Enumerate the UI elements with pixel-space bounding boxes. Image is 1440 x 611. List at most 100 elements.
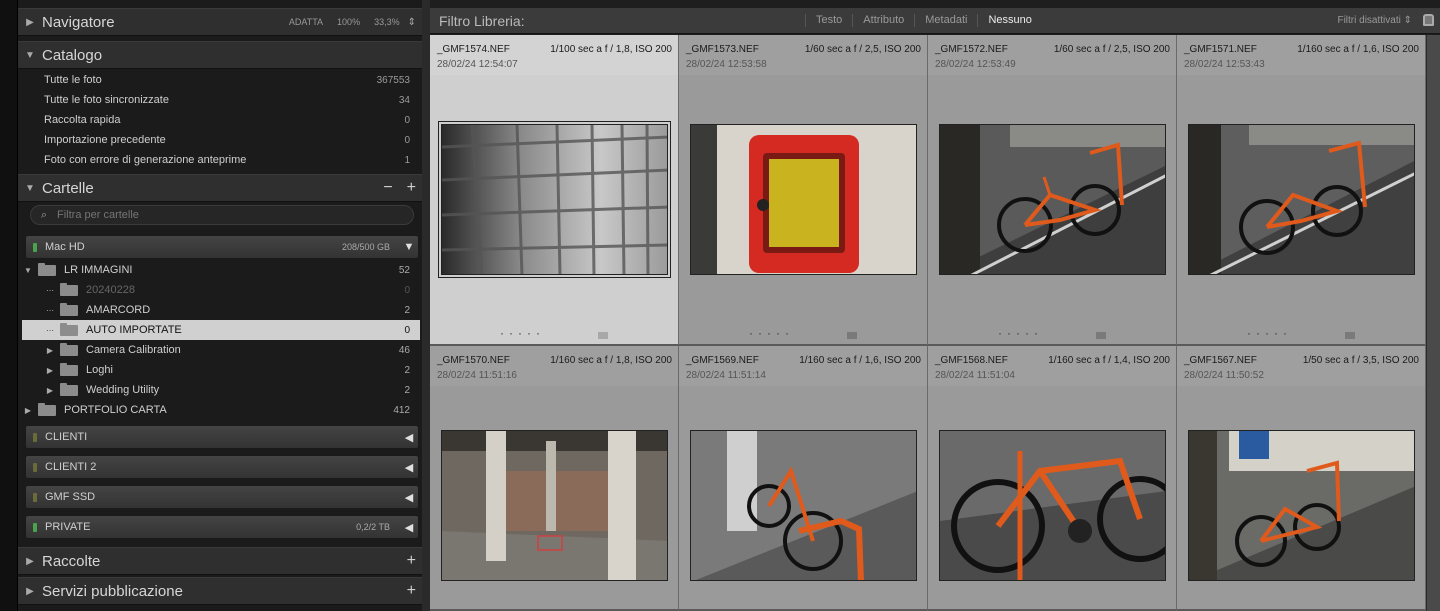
expand-icon[interactable]: ▶ (44, 346, 56, 355)
thumbnail-cell[interactable]: _GMF1568.NEF 1/160 sec a f / 1,4, ISO 20… (928, 346, 1177, 611)
volume-name: GMF SSD (45, 491, 96, 503)
catalog-item-count: 34 (398, 94, 410, 106)
file-name: _GMF1570.NEF (437, 355, 510, 366)
chevron-left-icon[interactable]: ◀ (400, 461, 418, 474)
capture-date: 28/02/24 11:51:14 (686, 370, 766, 381)
chevron-left-icon[interactable]: ◀ (400, 431, 418, 444)
photo-fire-alarm-box[interactable] (690, 124, 917, 275)
collections-header[interactable]: ▶ Raccolte + (18, 547, 422, 575)
collapse-down-icon[interactable]: ▼ (18, 50, 42, 61)
remove-folder-button[interactable]: − (383, 179, 392, 197)
photo-orange-bicycle[interactable] (1188, 124, 1415, 275)
zoom-custom[interactable]: 33,3% (374, 17, 400, 27)
photo-orange-bicycle[interactable] (1188, 430, 1415, 581)
filter-status: Filtri disattivati (1337, 15, 1401, 26)
catalog-item[interactable]: Tutte le foto sincronizzate 34 (20, 90, 420, 110)
volume-clienti-2[interactable]: CLIENTI 2 ◀ (25, 455, 419, 479)
add-folder-button[interactable]: + (407, 179, 416, 197)
chevron-left-icon[interactable]: ◀ (400, 521, 418, 534)
develop-badge-icon (1096, 332, 1106, 339)
folder-item[interactable]: ▶ Wedding Utility 2 (22, 380, 420, 400)
collapse-right-icon[interactable]: ▶ (18, 17, 42, 28)
folders-title: Cartelle (42, 179, 94, 197)
filter-tab-attribute[interactable]: Attributo (852, 14, 914, 27)
rating-dots[interactable]: ····· (500, 326, 545, 340)
folder-item[interactable]: ▼ LR IMMAGINI 52 (22, 260, 420, 280)
catalog-item[interactable]: Importazione precedente 0 (20, 130, 420, 150)
volume-private[interactable]: PRIVATE 0,2/2 TB ◀ (25, 515, 419, 539)
catalog-item-label: Tutte le foto sincronizzate (44, 94, 169, 106)
folder-item[interactable]: ⋯ 20240228 0 (22, 280, 420, 300)
lock-icon[interactable] (1423, 14, 1434, 26)
zoom-fit[interactable]: ADATTA (289, 17, 323, 27)
photo-concrete-pillars[interactable] (441, 430, 668, 581)
catalog-item[interactable]: Foto con errore di generazione anteprime… (20, 150, 420, 170)
folder-item[interactable]: ▶ Camera Calibration 46 (22, 340, 420, 360)
filter-tab-text[interactable]: Testo (805, 14, 852, 27)
folder-filter[interactable]: ⌕ (30, 205, 414, 225)
publish-header[interactable]: ▶ Servizi pubblicazione + (18, 577, 422, 605)
thumbnail-cell-selected[interactable]: _GMF1574.NEF 1/100 sec a f / 1,8, ISO 20… (430, 35, 679, 346)
thumbnail-cell[interactable]: _GMF1570.NEF 1/160 sec a f / 1,8, ISO 20… (430, 346, 679, 611)
file-name: _GMF1573.NEF (686, 44, 759, 55)
expand-icon[interactable]: ▶ (44, 366, 56, 375)
rating-dots[interactable]: ····· (1247, 326, 1292, 340)
volume-clienti[interactable]: CLIENTI ◀ (25, 425, 419, 449)
folder-filter-input[interactable] (57, 209, 397, 221)
capture-date: 28/02/24 12:53:49 (935, 59, 1016, 70)
filter-tab-metadata[interactable]: Metadati (914, 14, 977, 27)
library-filter-bar: Filtro Libreria: Testo Attributo Metadat… (430, 8, 1440, 34)
file-name: _GMF1571.NEF (1184, 44, 1257, 55)
photo-orange-bicycle[interactable] (939, 124, 1166, 275)
folder-item[interactable]: ▶ Loghi 2 (22, 360, 420, 380)
navigator-title: Navigatore (42, 13, 115, 31)
collapse-right-icon[interactable]: ▶ (18, 556, 42, 567)
zoom-100[interactable]: 100% (337, 17, 360, 27)
thumbnail-cell[interactable]: _GMF1569.NEF 1/160 sec a f / 1,6, ISO 20… (679, 346, 928, 611)
thumbnail-cell[interactable]: _GMF1572.NEF 1/60 sec a f / 2,5, ISO 200… (928, 35, 1177, 346)
collapse-down-icon[interactable]: ▼ (18, 183, 42, 194)
volume-gmf-ssd[interactable]: GMF SSD ◀ (25, 485, 419, 509)
grid-scrollbar[interactable] (1426, 35, 1440, 611)
catalog-item[interactable]: Raccolta rapida 0 (20, 110, 420, 130)
thumbnail-cell[interactable]: _GMF1571.NEF 1/160 sec a f / 1,6, ISO 20… (1177, 35, 1426, 346)
volume-status-icon (33, 492, 37, 502)
folder-count: 52 (398, 264, 410, 276)
capture-date: 28/02/24 12:54:07 (437, 59, 518, 70)
expand-icon[interactable]: ▼ (22, 266, 34, 275)
folders-header[interactable]: ▼ Cartelle − + (18, 174, 422, 202)
volume-name: Mac HD (45, 241, 85, 253)
collapse-right-icon[interactable]: ▶ (18, 586, 42, 597)
folder-item[interactable]: ⋯ AMARCORD 2 (22, 300, 420, 320)
add-collection-button[interactable]: + (407, 552, 416, 570)
catalog-item-count: 0 (404, 134, 410, 146)
expand-icon[interactable]: ▶ (44, 386, 56, 395)
photo-bicycle-on-rack[interactable] (690, 430, 917, 581)
file-name: _GMF1567.NEF (1184, 355, 1257, 366)
folder-item[interactable]: ▶ PORTFOLIO CARTA 412 (22, 400, 420, 420)
thumbnail-cell[interactable]: _GMF1567.NEF 1/50 sec a f / 3,5, ISO 200… (1177, 346, 1426, 611)
chevron-left-icon[interactable]: ◀ (400, 491, 418, 504)
rating-dots[interactable]: ····· (749, 326, 794, 340)
filter-preset-select[interactable]: Filtri disattivati ⇕ (1337, 15, 1412, 26)
folder-item-selected[interactable]: ⋯ AUTO IMPORTATE 0 (22, 320, 420, 340)
navigator-header[interactable]: ▶ Navigatore ADATTA 100% 33,3% ⇕ (18, 8, 422, 36)
expand-icon[interactable]: ▶ (22, 406, 34, 415)
volume-mac-hd[interactable]: Mac HD 208/500 GB ▼ (25, 235, 419, 259)
photo-glass-block-wall[interactable] (441, 124, 668, 275)
photo-bicycle-closeup[interactable] (939, 430, 1166, 581)
volume-status-icon (33, 242, 37, 252)
volume-size: 0,2/2 TB (356, 522, 390, 532)
folder-icon (60, 322, 78, 336)
add-publish-service-button[interactable]: + (407, 582, 416, 600)
develop-badge-icon (598, 332, 608, 339)
thumbnail-cell[interactable]: _GMF1573.NEF 1/60 sec a f / 2,5, ISO 200… (679, 35, 928, 346)
filter-tab-none[interactable]: Nessuno (977, 14, 1041, 27)
zoom-stepper-icon[interactable]: ⇕ (408, 17, 416, 28)
folder-icon (60, 382, 78, 396)
chevron-down-icon[interactable]: ▼ (400, 241, 418, 253)
catalog-item[interactable]: Tutte le foto 367553 (20, 70, 420, 90)
catalog-item-count: 0 (404, 114, 410, 126)
rating-dots[interactable]: ····· (998, 326, 1043, 340)
catalog-header[interactable]: ▼ Catalogo (18, 41, 422, 69)
